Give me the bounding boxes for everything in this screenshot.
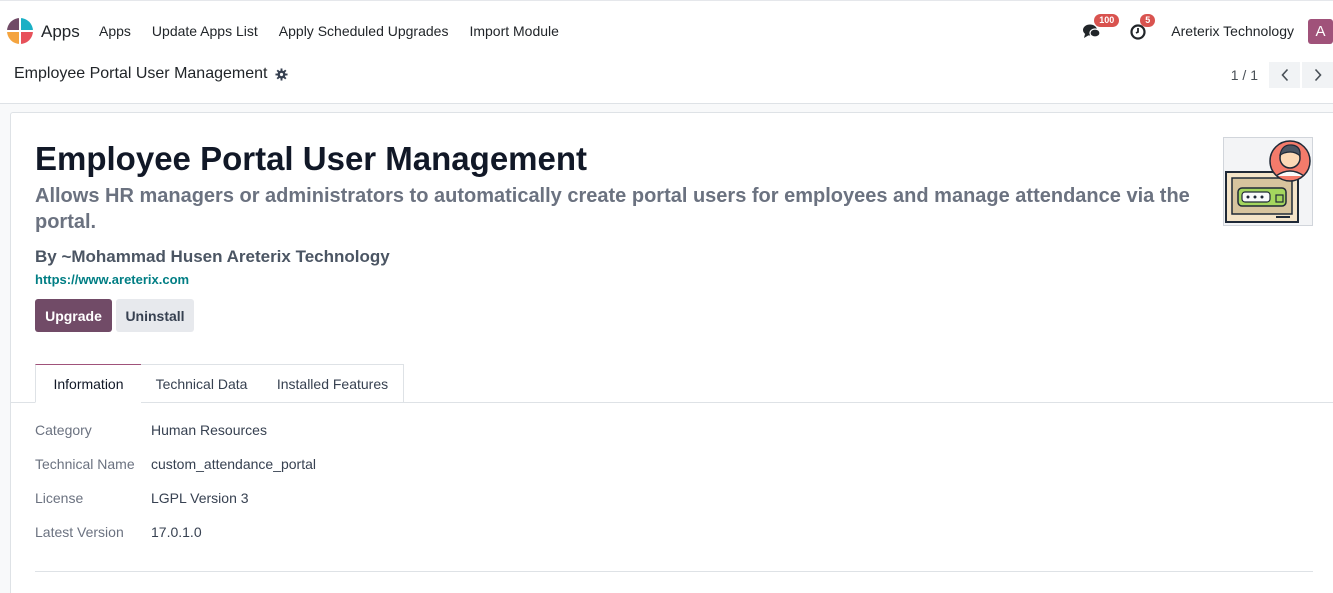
pager-previous-button[interactable] xyxy=(1269,62,1300,88)
field-value-latest-version: 17.0.1.0 xyxy=(151,524,202,540)
app-name[interactable]: Apps xyxy=(41,22,80,42)
tab-technical-data[interactable]: Technical Data xyxy=(141,364,263,403)
pager: 1 / 1 xyxy=(1231,62,1333,88)
uninstall-button[interactable]: Uninstall xyxy=(116,299,194,332)
field-label-latest-version: Latest Version xyxy=(35,524,124,540)
field-value-license: LGPL Version 3 xyxy=(151,490,249,506)
pager-next-button[interactable] xyxy=(1302,62,1333,88)
control-panel: Employee Portal User Management 1 / 1 xyxy=(0,59,1333,104)
module-website-link[interactable]: https://www.areterix.com xyxy=(35,272,189,287)
section-divider xyxy=(35,571,1313,572)
menu-item-apps[interactable]: Apps xyxy=(99,23,131,39)
field-label-license: License xyxy=(35,490,84,506)
systray: 100 5 Areterix Technology A xyxy=(1081,14,1333,45)
module-summary: Allows HR managers or administrators to … xyxy=(35,185,1190,233)
menu-item-apply-scheduled-upgrades[interactable]: Apply Scheduled Upgrades xyxy=(279,23,449,39)
user-avatar[interactable]: A xyxy=(1308,18,1333,44)
field-label-technical-name: Technical Name xyxy=(35,456,135,472)
messaging-menu[interactable]: 100 xyxy=(1081,14,1120,42)
apps-logo-icon[interactable] xyxy=(6,17,34,45)
activities-menu[interactable]: 5 xyxy=(1127,14,1156,42)
field-value-category: Human Resources xyxy=(151,422,267,438)
top-navbar: Apps Apps Update Apps List Apply Schedul… xyxy=(0,0,1333,59)
activities-badge: 5 xyxy=(1140,14,1156,27)
menu-item-update-apps-list[interactable]: Update Apps List xyxy=(152,23,258,39)
employee-portal-icon xyxy=(1225,140,1311,223)
chevron-right-icon xyxy=(1314,68,1322,82)
pager-value[interactable]: 1 / 1 xyxy=(1231,67,1258,83)
upgrade-button[interactable]: Upgrade xyxy=(35,299,112,332)
tab-installed-features[interactable]: Installed Features xyxy=(262,364,404,403)
messages-badge: 100 xyxy=(1094,14,1120,27)
module-author: By ~Mohammad Husen Areterix Technology xyxy=(35,247,390,266)
menu-item-import-module[interactable]: Import Module xyxy=(469,23,558,39)
field-label-category: Category xyxy=(35,422,92,438)
breadcrumb: Employee Portal User Management xyxy=(14,65,288,83)
module-title: Employee Portal User Management xyxy=(35,140,588,177)
module-icon-image xyxy=(1223,137,1313,226)
tab-information[interactable]: Information xyxy=(35,364,142,403)
breadcrumb-current: Employee Portal User Management xyxy=(14,65,268,82)
gear-icon[interactable] xyxy=(275,67,288,81)
field-value-technical-name: custom_attendance_portal xyxy=(151,456,316,472)
main-menu: Apps Update Apps List Apply Scheduled Up… xyxy=(99,23,580,39)
chevron-left-icon xyxy=(1280,68,1288,82)
company-switcher[interactable]: Areterix Technology xyxy=(1171,23,1294,39)
